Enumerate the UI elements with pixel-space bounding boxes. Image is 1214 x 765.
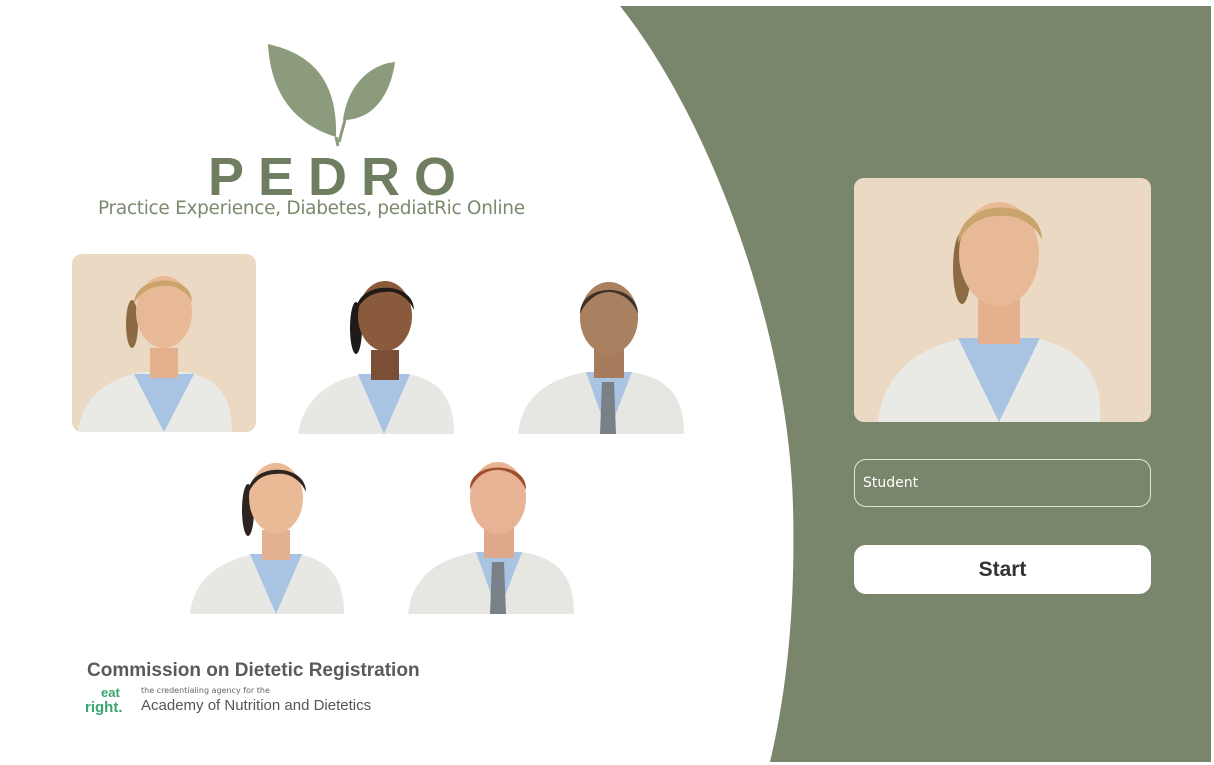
eatright-logo-icon: eat right.: [85, 685, 123, 715]
avatar-bald-man-icon: [518, 282, 684, 434]
preview-blonde-woman-icon: [878, 202, 1101, 422]
avatar-option-red-hair-man[interactable]: [406, 454, 590, 632]
cdr-tagline: the credentialing agency for the: [141, 686, 270, 695]
app-window: PEDRO Practice Experience, Diabetes, ped…: [8, 6, 1211, 762]
avatar-brunette-woman-icon: [190, 463, 344, 614]
leaf-logo-icon: [268, 44, 395, 147]
app-subtitle: Practice Experience, Diabetes, pediatRic…: [98, 198, 525, 219]
start-button[interactable]: Start: [854, 545, 1151, 594]
academy-name: Academy of Nutrition and Dietetics: [141, 697, 372, 714]
avatar-dark-hair-woman-icon: [298, 281, 454, 434]
avatar-option-bald-man[interactable]: [516, 274, 700, 452]
eatright-logo-top: eat: [101, 685, 120, 700]
name-input[interactable]: [854, 459, 1151, 507]
avatar-option-blonde-woman[interactable]: [72, 254, 256, 432]
avatar-red-hair-man-icon: [408, 462, 574, 614]
eatright-logo-bottom: right.: [85, 699, 123, 715]
avatar-blonde-woman-icon: [78, 276, 232, 432]
selected-avatar-preview: [854, 178, 1151, 422]
avatar-option-dark-hair-woman[interactable]: [296, 274, 480, 452]
cdr-org-name: Commission on Dietetic Registration: [87, 660, 420, 681]
avatar-option-brunette-woman[interactable]: [186, 454, 370, 632]
